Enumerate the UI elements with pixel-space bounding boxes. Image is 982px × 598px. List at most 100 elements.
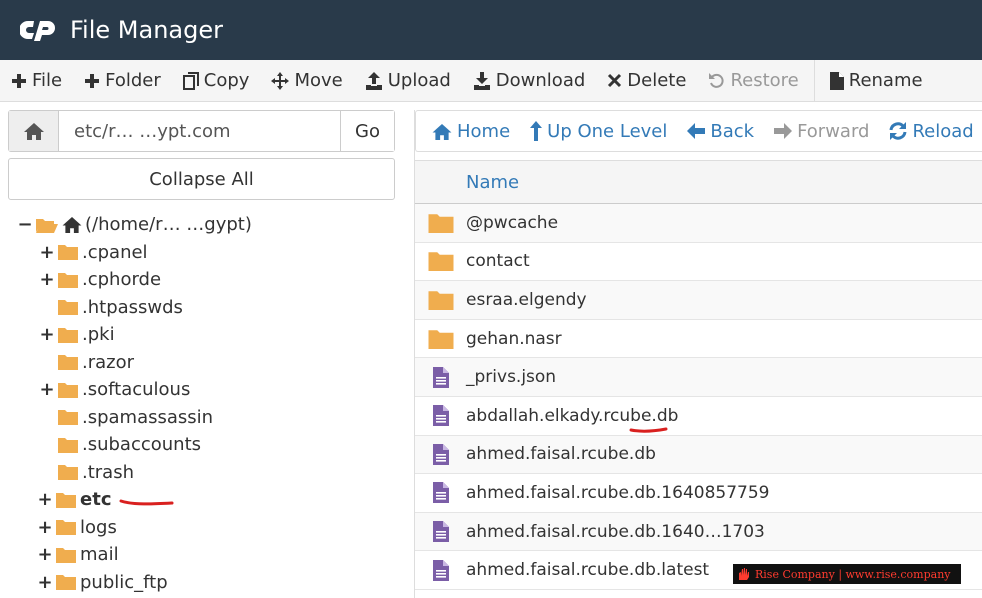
folder-icon — [58, 300, 78, 316]
tree-item[interactable]: .subaccounts — [18, 431, 398, 459]
forward-button[interactable]: Forward — [758, 121, 869, 142]
file-name: ahmed.faisal.rcube.db.1640…1703 — [466, 521, 765, 542]
tree-item-label: .softaculous — [82, 379, 191, 401]
back-button[interactable]: Back — [671, 121, 754, 142]
table-row[interactable]: _privs.json — [415, 358, 982, 397]
row-icon — [415, 251, 466, 272]
expand-icon[interactable]: + — [39, 242, 54, 263]
undo-icon — [709, 73, 724, 88]
file-icon — [432, 559, 449, 581]
arrow-up-icon — [530, 121, 543, 141]
table-row[interactable]: @pwcache — [415, 204, 982, 243]
watermark: Rise Company | www.rise.company — [733, 564, 961, 584]
copy-button[interactable]: Copy — [172, 60, 261, 101]
file-name: _privs.json — [466, 367, 557, 388]
expand-icon[interactable]: + — [37, 544, 52, 565]
file-name: gehan.nasr — [466, 328, 562, 349]
delete-button[interactable]: Delete — [596, 60, 697, 101]
move-icon — [271, 71, 290, 90]
app-header: File Manager — [0, 0, 982, 60]
upload-button[interactable]: Upload — [354, 60, 462, 101]
table-row[interactable]: esraa.elgendy — [415, 281, 982, 320]
folder-icon — [56, 492, 76, 508]
file-list-panel: Home Up One Level Back Forward Reload Na… — [414, 110, 982, 598]
tree-item[interactable]: .htpasswds — [18, 294, 398, 322]
file-icon — [432, 443, 449, 465]
tree-item[interactable]: + public_ftp — [18, 569, 398, 597]
tree-item[interactable]: .spamassassin — [18, 404, 398, 432]
tree-item-label: .pki — [82, 324, 115, 346]
folder-icon — [58, 245, 78, 261]
file-name: contact — [466, 251, 530, 272]
tree-item[interactable]: + .cphorde — [18, 266, 398, 294]
expand-icon[interactable]: + — [37, 572, 52, 593]
folder-icon — [58, 410, 78, 426]
copy-icon — [182, 71, 199, 90]
hand-logo-icon — [739, 568, 749, 580]
row-icon — [415, 521, 466, 543]
expand-icon[interactable]: + — [39, 379, 54, 400]
tree-item-label: logs — [80, 516, 117, 538]
table-row[interactable]: gehan.nasr — [415, 320, 982, 359]
go-button[interactable]: Go — [340, 111, 394, 151]
name-column-header[interactable]: Name — [466, 172, 519, 193]
collapse-icon[interactable]: − — [17, 214, 32, 235]
expand-icon[interactable]: + — [39, 324, 54, 345]
file-icon — [432, 405, 449, 427]
upload-icon — [365, 71, 382, 90]
file-name: ahmed.faisal.rcube.db — [466, 444, 656, 465]
expand-icon[interactable]: + — [37, 517, 52, 538]
new-file-button[interactable]: File — [0, 60, 73, 101]
folder-icon — [58, 382, 78, 398]
home-button[interactable]: Home — [416, 121, 510, 142]
tree-item[interactable]: + etc — [18, 486, 398, 514]
home-directory-button[interactable] — [9, 111, 59, 151]
folder-open-icon — [36, 218, 58, 233]
tree-item[interactable]: + logs — [18, 514, 398, 542]
tree-item[interactable]: .razor — [18, 349, 398, 377]
file-name: abdallah.elkady.rcube.db — [466, 405, 679, 426]
path-input[interactable] — [59, 111, 340, 151]
expand-icon[interactable]: + — [39, 269, 54, 290]
restore-button[interactable]: Restore — [697, 60, 809, 101]
download-button[interactable]: Download — [462, 60, 596, 101]
arrow-right-icon — [774, 123, 793, 139]
table-row[interactable]: ahmed.faisal.rcube.db.1640…1703 — [415, 512, 982, 552]
folder-icon — [428, 291, 453, 310]
reload-button[interactable]: Reload — [873, 121, 974, 142]
table-row[interactable]: ahmed.faisal.rcube.db.1640857759 — [415, 474, 982, 513]
arrow-left-icon — [687, 123, 706, 139]
tree-item-label: .subaccounts — [82, 434, 202, 456]
tree-item[interactable]: + .softaculous — [18, 376, 398, 404]
file-icon — [829, 71, 844, 90]
tree-item-label: .htpasswds — [82, 296, 183, 318]
file-table: Name @pwcache contact esraa.elgendy gehan.n… — [415, 160, 982, 590]
navigation-bar: Home Up One Level Back Forward Reload — [415, 110, 982, 152]
table-row[interactable]: contact — [415, 243, 982, 282]
plus-icon — [85, 73, 100, 88]
folder-icon — [56, 547, 76, 563]
new-folder-button[interactable]: Folder — [73, 60, 172, 101]
page-title: File Manager — [70, 16, 223, 44]
file-name: @pwcache — [466, 212, 559, 233]
folder-icon — [58, 437, 78, 453]
expand-icon[interactable]: + — [37, 489, 52, 510]
collapse-all-button[interactable]: Collapse All — [8, 158, 395, 200]
home-icon — [62, 217, 82, 234]
tree-item[interactable]: + .pki — [18, 321, 398, 349]
table-row[interactable]: ahmed.faisal.rcube.db — [415, 435, 982, 475]
tree-item[interactable]: + .cpanel — [18, 239, 398, 267]
table-row[interactable]: abdallah.elkady.rcube.db — [415, 397, 982, 436]
tree-item-label: public_ftp — [80, 571, 168, 593]
row-icon — [415, 482, 466, 504]
tree-item-label: etc — [80, 489, 112, 511]
tree-item[interactable]: + mail — [18, 541, 398, 569]
rename-button[interactable]: Rename — [819, 60, 934, 101]
tree-item[interactable]: .trash — [18, 459, 398, 487]
cpanel-logo-icon[interactable] — [20, 15, 60, 45]
folder-icon — [428, 214, 453, 233]
up-one-level-button[interactable]: Up One Level — [514, 121, 667, 142]
file-name: ahmed.faisal.rcube.db.latest — [466, 560, 710, 581]
move-button[interactable]: Move — [260, 60, 353, 101]
tree-root[interactable]: − (/home/r… …gypt) — [17, 211, 398, 239]
